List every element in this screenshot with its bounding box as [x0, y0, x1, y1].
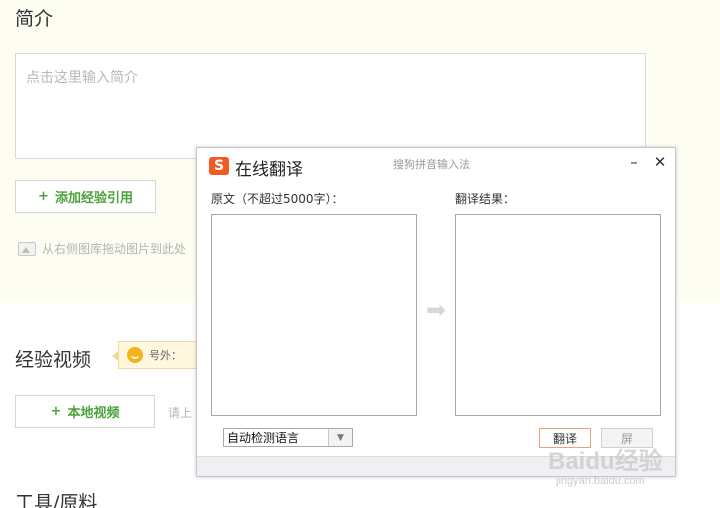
local-video-label: 本地视频: [67, 406, 120, 421]
watermark-logo: Baidu经验: [548, 448, 663, 475]
result-textarea[interactable]: [455, 214, 661, 416]
arrow-right-icon: ➡: [426, 296, 447, 324]
result-label: 翻译结果：: [455, 192, 516, 206]
plus-icon: +: [50, 404, 62, 419]
add-reference-label: 添加经验引用: [54, 191, 133, 206]
language-selected: 自动检测语言: [227, 431, 300, 445]
language-select[interactable]: 自动检测语言 ▼: [223, 428, 353, 447]
chevron-down-icon: ▼: [328, 429, 352, 446]
drag-hint-text: 从右侧图库拖动图片到此处: [42, 242, 187, 256]
image-icon: [18, 241, 36, 256]
translate-dialog: S 在线翻译 搜狗拼音输入法 – ✕ 原文（不超过5000字）： 翻译结果： ➡…: [196, 147, 676, 477]
dialog-title: 在线翻译: [235, 160, 303, 180]
close-button[interactable]: ✕: [651, 153, 669, 171]
source-textarea[interactable]: [211, 214, 417, 416]
intro-title: 简介: [15, 8, 54, 30]
local-video-button[interactable]: + 本地视频: [15, 395, 155, 428]
video-title: 经验视频: [15, 349, 92, 371]
intro-input[interactable]: 点击这里输入简介: [15, 53, 646, 159]
add-reference-button[interactable]: + 添加经验引用: [15, 180, 156, 213]
upload-hint: 请上: [168, 406, 193, 420]
dialog-brand: 搜狗拼音输入法: [393, 158, 470, 171]
plus-icon: +: [38, 189, 49, 204]
notice-text: 号外：: [149, 349, 182, 362]
drag-hint: 从右侧图库拖动图片到此处: [18, 240, 186, 257]
notice-bubble[interactable]: 号外：: [112, 341, 208, 369]
tools-title: 工具/原料: [15, 492, 98, 508]
sogou-logo-icon: S: [209, 157, 229, 175]
minimize-button[interactable]: –: [625, 153, 643, 171]
watermark-url: jingyan.baidu.com: [556, 475, 645, 487]
smile-icon: [127, 347, 143, 363]
intro-placeholder: 点击这里输入简介: [26, 70, 138, 86]
source-label: 原文（不超过5000字）：: [211, 192, 344, 206]
